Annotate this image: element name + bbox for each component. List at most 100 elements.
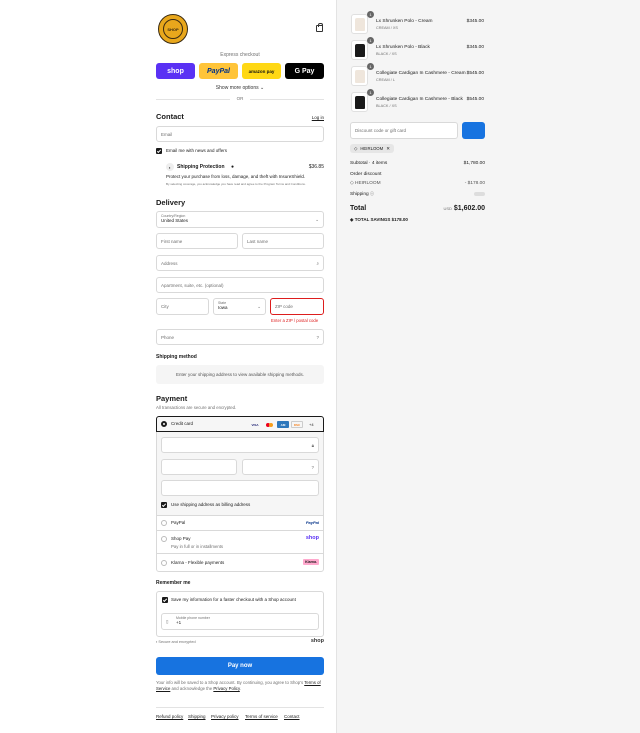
footer-divider: [156, 707, 324, 708]
zip-input[interactable]: ZIP code: [270, 298, 324, 315]
zip-error: Enter a ZIP / postal code: [271, 318, 319, 323]
shop-pay-option[interactable]: [156, 530, 324, 554]
shop-pay-label: Shop Pay: [171, 536, 191, 541]
email-input[interactable]: Email: [156, 126, 324, 142]
product-variant: CREAM / XS: [376, 26, 398, 30]
billing-checkbox[interactable]: [161, 502, 167, 508]
disclaimer: Your info will be saved to a Shop accoun…: [156, 680, 321, 691]
savings-label: TOTAL SAVINGS: [354, 217, 391, 222]
discount-input[interactable]: Discount code or gift card: [350, 122, 458, 139]
discount-amount: - $178.00: [464, 181, 485, 186]
country-value: United States: [161, 218, 189, 223]
address-input[interactable]: Address ⌕: [156, 255, 324, 271]
info-icon[interactable]: ●: [231, 164, 234, 170]
info-icon[interactable]: ⓘ: [370, 191, 374, 196]
state-value: Iowa: [218, 305, 228, 310]
product-image: [351, 14, 368, 34]
order-discount-label: Order discount: [350, 172, 382, 177]
help-icon[interactable]: ?: [316, 335, 319, 340]
order-summary: 1 Lx Shrunken Polo - Cream CREAM / XS $3…: [336, 0, 640, 733]
credit-card-radio[interactable]: [161, 421, 167, 427]
shop-pay-radio[interactable]: [161, 536, 167, 542]
garment-shape: [354, 69, 365, 83]
city-input[interactable]: City: [156, 298, 209, 315]
contact-link[interactable]: Contact: [284, 714, 300, 719]
cart-bag-icon[interactable]: [316, 23, 323, 32]
shipping-method-title: Shipping method: [156, 354, 197, 360]
terms-link[interactable]: Terms of service: [245, 714, 278, 719]
savings-icon: ◈: [350, 217, 354, 222]
product-name: Lx Shrunken Polo - Cream: [376, 19, 433, 24]
google-pay-button[interactable]: G Pay: [285, 63, 324, 79]
discover-icon: DSC: [291, 421, 303, 428]
product-price: $545.00: [466, 71, 484, 76]
privacy-link[interactable]: Privacy Policy: [213, 686, 239, 691]
quantity-badge: 1: [367, 11, 374, 18]
payment-subtitle: All transactions are secure and encrypte…: [156, 405, 237, 410]
subtotal-label: Subtotal · 4 items: [350, 161, 388, 166]
privacy-policy-link[interactable]: Privacy policy: [211, 714, 239, 719]
product-variant: CREAM / L: [376, 78, 395, 82]
klarna-logo: Klarna.: [303, 559, 319, 565]
shop-pay-sub: Pay in full or in installments: [171, 544, 224, 549]
card-number-input[interactable]: 🔒︎: [161, 437, 319, 453]
lock-icon: 🔒︎: [311, 443, 314, 448]
chevron-down-icon: ⌄: [260, 85, 265, 91]
discount-chip: ◇ HEIRLOOM ✕: [350, 144, 394, 153]
product-image: [351, 92, 368, 112]
save-info-checkbox[interactable]: [162, 597, 168, 603]
klarna-radio[interactable]: [161, 560, 167, 566]
name-on-card-input[interactable]: [161, 480, 319, 496]
first-name-input[interactable]: First name: [156, 233, 238, 249]
last-name-input[interactable]: Last name: [242, 233, 324, 249]
state-select[interactable]: State Iowa ⌄: [213, 298, 266, 315]
refund-policy-link[interactable]: Refund policy: [156, 714, 183, 719]
store-logo[interactable]: SHOP: [158, 14, 188, 44]
paypal-logo: PayPal: [305, 520, 319, 525]
news-checkbox[interactable]: [156, 148, 162, 154]
or-divider: OR: [156, 96, 324, 101]
expiry-input[interactable]: [161, 459, 237, 475]
shipping-protection-desc: Protect your purchase from loss, damage,…: [166, 174, 306, 179]
logo-mark: SHOP: [163, 19, 183, 39]
express-checkout-title: Express checkout: [220, 52, 260, 58]
help-icon[interactable]: ?: [311, 465, 314, 470]
total-value: $1,602.00: [453, 205, 485, 212]
amazon-pay-button[interactable]: amazon pay: [242, 63, 281, 79]
remove-discount-icon[interactable]: ✕: [386, 146, 390, 152]
country-select[interactable]: Country/Region United States ⌄: [156, 211, 324, 228]
product-variant: BLACK / XS: [376, 52, 397, 56]
quantity-badge: 1: [367, 63, 374, 70]
phone-input[interactable]: Phone?: [156, 329, 324, 345]
product-image: [351, 66, 368, 86]
product-name: Collegiate Cardigan In Cashmere - Black: [376, 97, 463, 102]
shipping-method-message: Enter your shipping address to view avai…: [156, 365, 324, 384]
apply-discount-button[interactable]: [462, 122, 485, 139]
apartment-input[interactable]: Apartment, suite, etc. (optional): [156, 277, 324, 293]
show-more-options[interactable]: Show more options ⌄: [156, 85, 324, 91]
amex-icon: AM: [277, 421, 289, 428]
shipping-link[interactable]: Shipping: [188, 714, 206, 719]
subtotal-value: $1,780.00: [463, 161, 485, 166]
paypal-radio[interactable]: [161, 520, 167, 526]
product-name: Collegiate Cardigan In Cashmere - Cream: [376, 71, 466, 76]
shop-pay-logo: shop: [305, 535, 319, 541]
credit-card-label: Credit card: [171, 421, 194, 426]
mobile-value: +1: [176, 620, 182, 625]
paypal-button[interactable]: PayPal: [199, 63, 238, 79]
product-price: $345.00: [466, 45, 484, 50]
contact-title: Contact: [156, 112, 184, 121]
shipping-protection-fine: By selecting coverage, you acknowledge y…: [166, 182, 306, 186]
shop-pay-button[interactable]: shop: [156, 63, 195, 79]
search-icon: ⌕: [316, 261, 319, 266]
shipping-protection-title: Shipping Protection: [177, 164, 225, 170]
pay-now-button[interactable]: Pay now: [156, 657, 324, 675]
garment-shape: [354, 17, 365, 31]
paypal-label: PayPal: [171, 520, 186, 525]
login-link[interactable]: Log in: [312, 115, 324, 120]
product-variant: BLACK / XS: [376, 104, 397, 108]
mobile-phone-input[interactable]: ▯ Mobile phone number +1: [161, 613, 319, 630]
cvv-input[interactable]: ?: [242, 459, 319, 475]
shipping-value: [474, 192, 485, 196]
garment-shape: [354, 95, 365, 109]
